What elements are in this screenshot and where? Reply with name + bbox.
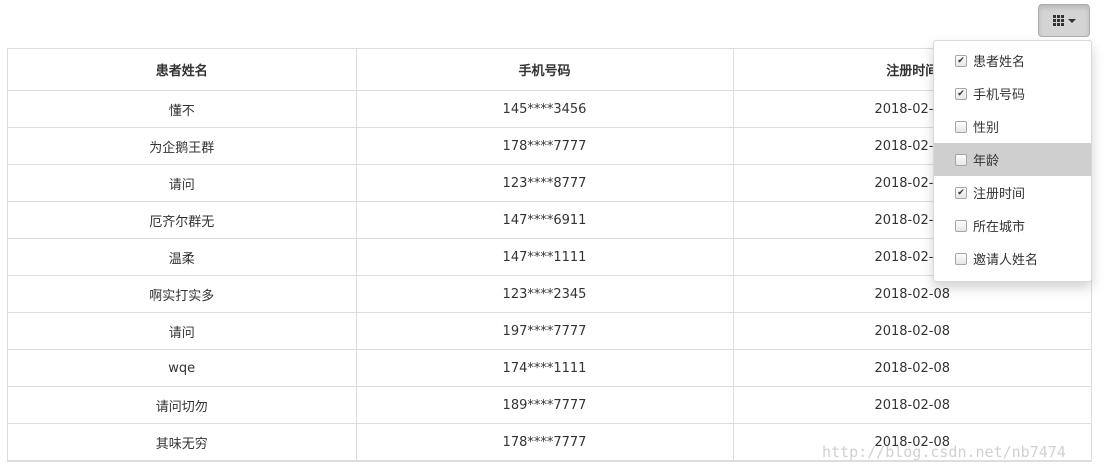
cell-phone: 147****1111: [356, 238, 734, 276]
table-header-row: 患者姓名 手机号码 注册时间: [8, 49, 1091, 91]
column-menu-item-label: 邀请人姓名: [973, 253, 1039, 268]
table-row[interactable]: 温柔 147****1111 2018-02-08: [8, 238, 1091, 276]
column-menu-item-label: 手机号码: [973, 88, 1026, 103]
cell-register-date: 2018-02-08: [733, 349, 1091, 387]
column-menu-item[interactable]: ✔ 患者姓名: [934, 44, 1091, 77]
cell-phone: 123****8777: [356, 164, 734, 202]
cell-phone: 178****7777: [356, 423, 734, 461]
patient-table: 患者姓名 手机号码 注册时间 懂不 145****3456 2018-02-08 为企…: [7, 48, 1092, 462]
column-menu-item[interactable]: 性别: [934, 110, 1091, 143]
column-menu-item[interactable]: ✔ 注册时间: [934, 176, 1091, 209]
table-row[interactable]: wqe 174****1111 2018-02-08: [8, 349, 1091, 387]
column-menu-item-label: 注册时间: [973, 187, 1026, 202]
checkbox-unchecked-icon[interactable]: [955, 252, 967, 265]
table-row[interactable]: 懂不 145****3456 2018-02-08: [8, 90, 1091, 128]
cell-phone: 174****1111: [356, 349, 734, 387]
caret-down-icon: [1067, 18, 1076, 23]
cell-name: 请问: [8, 312, 357, 350]
cell-name: 请问: [8, 164, 357, 202]
checkbox-unchecked-icon[interactable]: [955, 153, 967, 166]
column-visibility-menu: ✔ 患者姓名 ✔ 手机号码性别年龄 ✔ 注册时间所在城市邀请人姓名: [933, 40, 1092, 282]
table-row[interactable]: 请问切勿 189****7777 2018-02-08: [8, 386, 1091, 424]
columns-toggle-button[interactable]: [1038, 4, 1090, 37]
cell-name: 懂不: [8, 90, 357, 128]
cell-phone: 189****7777: [356, 386, 734, 424]
cell-phone: 145****3456: [356, 90, 734, 128]
column-menu-item[interactable]: 所在城市: [934, 209, 1091, 242]
column-menu-item[interactable]: 邀请人姓名: [934, 242, 1091, 275]
column-header-phone[interactable]: 手机号码: [356, 49, 734, 91]
checkbox-unchecked-icon[interactable]: [955, 120, 967, 133]
checkbox-checked-icon[interactable]: ✔: [955, 186, 967, 199]
table-row[interactable]: 为企鹅王群 178****7777 2018-02-08: [8, 127, 1091, 165]
column-menu-item[interactable]: ✔ 手机号码: [934, 77, 1091, 110]
cell-name: 温柔: [8, 238, 357, 276]
cell-name: 厄齐尔群无: [8, 201, 357, 239]
column-menu-item-label: 所在城市: [973, 220, 1026, 235]
cell-name: 请问切勿: [8, 386, 357, 424]
checkbox-checked-icon[interactable]: ✔: [955, 54, 967, 67]
table-row[interactable]: 啊实打实多 123****2345 2018-02-08: [8, 275, 1091, 313]
checkbox-checked-icon[interactable]: ✔: [955, 87, 967, 100]
cell-phone: 147****6911: [356, 201, 734, 239]
cell-register-date: 2018-02-08: [733, 312, 1091, 350]
column-menu-item-label: 性别: [973, 121, 1000, 136]
checkbox-unchecked-icon[interactable]: [955, 219, 967, 232]
table-row[interactable]: 厄齐尔群无 147****6911 2018-02-08: [8, 201, 1091, 239]
column-menu-item-label: 年龄: [973, 154, 1000, 169]
cell-name: 其味无穷: [8, 423, 357, 461]
column-menu-item[interactable]: 年龄: [934, 143, 1091, 176]
cell-phone: 197****7777: [356, 312, 734, 350]
column-header-name[interactable]: 患者姓名: [8, 49, 357, 91]
table-row[interactable]: 请问 123****8777 2018-02-08: [8, 164, 1091, 202]
cell-name: 啊实打实多: [8, 275, 357, 313]
cell-phone: 123****2345: [356, 275, 734, 313]
cell-phone: 178****7777: [356, 127, 734, 165]
cell-name: 为企鹅王群: [8, 127, 357, 165]
column-menu-item-label: 患者姓名: [973, 55, 1026, 70]
table-row[interactable]: 请问 197****7777 2018-02-08: [8, 312, 1091, 350]
cell-name: wqe: [8, 349, 357, 387]
watermark: http://blog.csdn.net/nb7474: [822, 443, 1066, 461]
grid-icon: [1052, 15, 1064, 26]
cell-register-date: 2018-02-08: [733, 386, 1091, 424]
